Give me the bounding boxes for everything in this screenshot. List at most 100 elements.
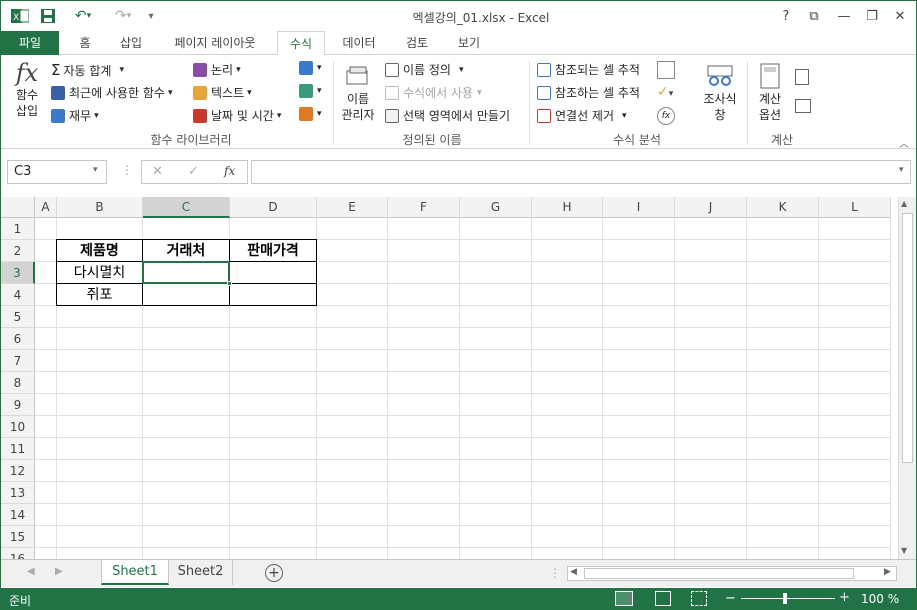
calculation-options-button[interactable]: 계산 옵션 [751, 61, 789, 129]
cell-e11[interactable] [317, 438, 388, 460]
scroll-thumb[interactable] [902, 213, 913, 463]
cell-l13[interactable] [819, 482, 891, 504]
cell-i10[interactable] [603, 416, 675, 438]
cell-h3[interactable] [532, 262, 603, 284]
cell-a16[interactable] [35, 548, 57, 559]
cell-a12[interactable] [35, 460, 57, 482]
cell-b4[interactable]: 쥐포 [56, 283, 143, 306]
cell-b3[interactable]: 다시멸치 [56, 261, 143, 284]
cell-i5[interactable] [603, 306, 675, 328]
cell-b15[interactable] [57, 526, 143, 548]
cell-g8[interactable] [460, 372, 532, 394]
tab-file[interactable]: 파일 [1, 31, 59, 55]
cell-a9[interactable] [35, 394, 57, 416]
cell-g2[interactable] [460, 240, 532, 262]
cell-a6[interactable] [35, 328, 57, 350]
scroll-down-icon[interactable]: ▼ [901, 546, 907, 555]
cell-d13[interactable] [230, 482, 317, 504]
expand-formula-bar-icon[interactable]: ▾ [899, 165, 904, 175]
cell-d14[interactable] [230, 504, 317, 526]
cell-e4[interactable] [317, 284, 388, 306]
cell-i8[interactable] [603, 372, 675, 394]
evaluate-formula-icon[interactable]: fx [657, 107, 675, 125]
cell-j1[interactable] [675, 218, 747, 240]
cell-d5[interactable] [230, 306, 317, 328]
remove-arrows-button[interactable]: 연결선 제거 ▾ [537, 107, 627, 124]
tab-home[interactable]: 홈 [67, 31, 103, 55]
tab-formulas[interactable]: 수식 [277, 31, 325, 56]
cell-h14[interactable] [532, 504, 603, 526]
cell-a14[interactable] [35, 504, 57, 526]
cell-i16[interactable] [603, 548, 675, 559]
cell-g12[interactable] [460, 460, 532, 482]
cell-a10[interactable] [35, 416, 57, 438]
cell-a13[interactable] [35, 482, 57, 504]
cell-l3[interactable] [819, 262, 891, 284]
row-header-15[interactable]: 15 [1, 526, 35, 548]
math-button[interactable]: ▾ [299, 84, 322, 98]
cell-i3[interactable] [603, 262, 675, 284]
cell-c12[interactable] [143, 460, 230, 482]
column-header-b[interactable]: B [57, 197, 143, 218]
insert-function-button[interactable]: fx 함수 삽입 [7, 59, 47, 129]
enter-icon[interactable]: ✓ [188, 164, 199, 179]
scroll-up-icon[interactable]: ▲ [901, 199, 907, 208]
cell-k8[interactable] [747, 372, 819, 394]
cell-k14[interactable] [747, 504, 819, 526]
row-header-2[interactable]: 2 [1, 240, 35, 262]
cell-h7[interactable] [532, 350, 603, 372]
cell-j12[interactable] [675, 460, 747, 482]
cell-h15[interactable] [532, 526, 603, 548]
column-header-i[interactable]: I [603, 197, 675, 218]
cell-c1[interactable] [143, 218, 230, 240]
insert-function-icon[interactable]: fx [224, 164, 235, 178]
cell-e13[interactable] [317, 482, 388, 504]
cell-b1[interactable] [57, 218, 143, 240]
cell-l7[interactable] [819, 350, 891, 372]
define-name-button[interactable]: 이름 정의 ▾ [385, 61, 464, 78]
financial-button[interactable]: 재무 ▾ [51, 107, 99, 124]
help-button[interactable]: ? [773, 4, 799, 28]
zoom-slider[interactable] [741, 598, 835, 599]
cell-e9[interactable] [317, 394, 388, 416]
cell-b8[interactable] [57, 372, 143, 394]
cell-a11[interactable] [35, 438, 57, 460]
cell-h16[interactable] [532, 548, 603, 559]
row-header-9[interactable]: 9 [1, 394, 35, 416]
cell-a7[interactable] [35, 350, 57, 372]
lookup-button[interactable]: ▾ [299, 61, 322, 75]
cell-g9[interactable] [460, 394, 532, 416]
sheet-tab-sheet2[interactable]: Sheet2 [169, 560, 233, 585]
trace-precedents-button[interactable]: 참조되는 셀 추적 [537, 61, 640, 78]
tab-insert[interactable]: 삽입 [109, 31, 153, 55]
cell-j6[interactable] [675, 328, 747, 350]
horizontal-scrollbar[interactable]: ◀ ▶ [567, 566, 897, 581]
row-header-14[interactable]: 14 [1, 504, 35, 526]
cell-c16[interactable] [143, 548, 230, 559]
cell-h6[interactable] [532, 328, 603, 350]
cell-a2[interactable] [35, 240, 57, 262]
cell-f7[interactable] [388, 350, 460, 372]
cell-j3[interactable] [675, 262, 747, 284]
cell-i2[interactable] [603, 240, 675, 262]
select-all-button[interactable] [1, 197, 35, 218]
ribbon-display-button[interactable]: ⧉ [801, 4, 827, 28]
cell-b6[interactable] [57, 328, 143, 350]
cell-j14[interactable] [675, 504, 747, 526]
cell-f12[interactable] [388, 460, 460, 482]
cell-g6[interactable] [460, 328, 532, 350]
cell-e15[interactable] [317, 526, 388, 548]
column-header-j[interactable]: J [675, 197, 747, 218]
cell-c4[interactable] [142, 283, 230, 306]
cell-i14[interactable] [603, 504, 675, 526]
cancel-icon[interactable]: ✕ [152, 164, 163, 179]
save-icon[interactable] [37, 6, 59, 26]
row-header-12[interactable]: 12 [1, 460, 35, 482]
collapse-ribbon-icon[interactable]: ︿ [899, 135, 909, 150]
cell-a5[interactable] [35, 306, 57, 328]
column-header-d[interactable]: D [230, 197, 317, 218]
cell-h1[interactable] [532, 218, 603, 240]
cell-g3[interactable] [460, 262, 532, 284]
cell-k13[interactable] [747, 482, 819, 504]
sheet-tab-sheet1[interactable]: Sheet1 [101, 560, 169, 585]
